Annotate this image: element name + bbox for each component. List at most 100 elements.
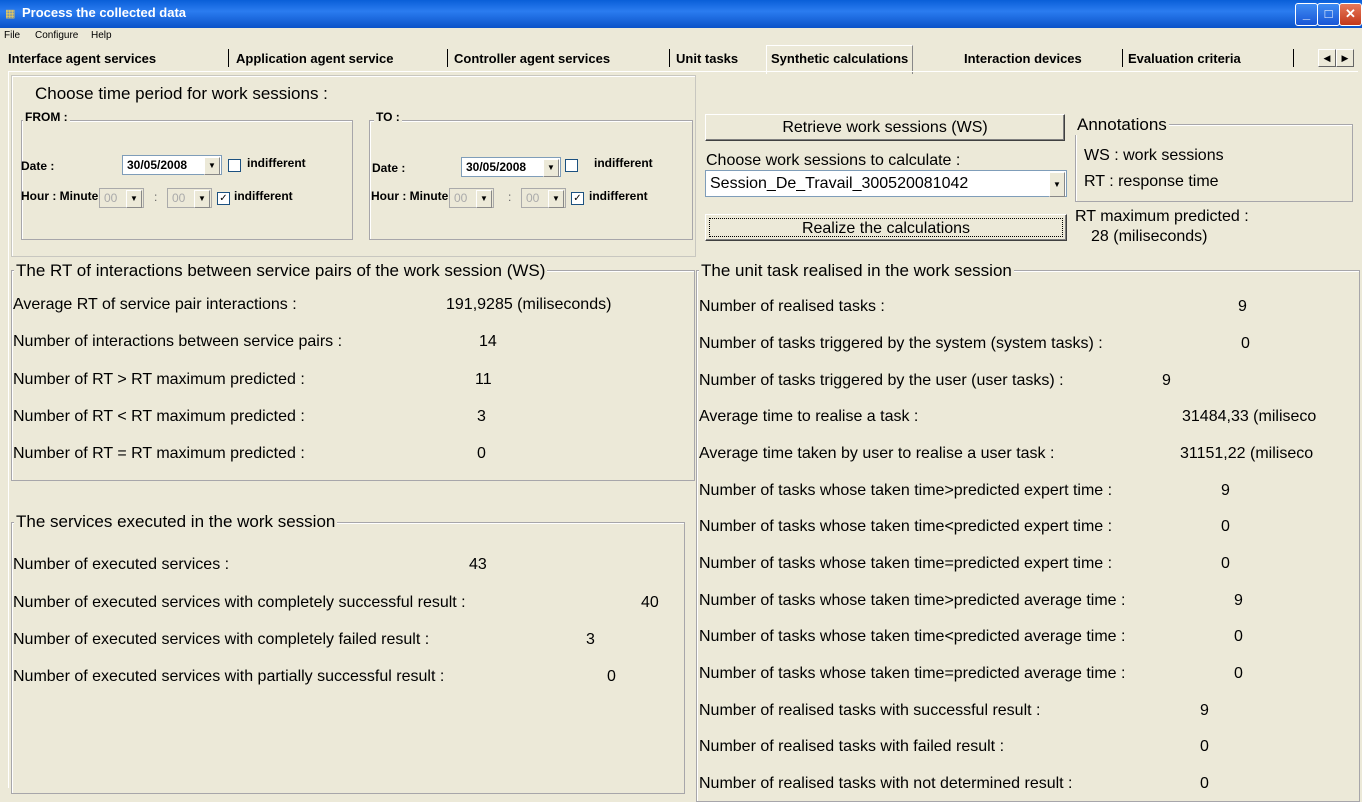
task-row-label: Number of tasks whose taken time<predict… <box>699 518 1113 535</box>
to-hour-label: Hour : Minute <box>371 189 449 203</box>
services-row-label: Number of executed services with partial… <box>13 668 445 685</box>
from-group <box>21 120 353 240</box>
synthetic-calculations-panel: Choose time period for work sessions : F… <box>8 71 1360 802</box>
from-label: FROM : <box>23 110 70 124</box>
tab-strip: Interface agent services Application age… <box>6 45 1356 74</box>
chevron-down-icon[interactable]: ▼ <box>548 190 564 208</box>
window-title: Process the collected data <box>22 5 187 20</box>
chevron-down-icon[interactable]: ▼ <box>194 190 210 208</box>
to-time-indifferent-checkbox[interactable]: ✓ <box>571 192 584 205</box>
task-row-label: Number of realised tasks : <box>699 298 885 315</box>
from-hour-label: Hour : Minute <box>21 189 99 203</box>
from-date-picker[interactable]: 30/05/2008 ▼ <box>122 155 222 175</box>
to-indifferent-checkbox[interactable] <box>565 159 578 172</box>
tab-scroll-left-icon[interactable]: ◀ <box>1318 49 1336 67</box>
task-row-label: Number of tasks whose taken time=predict… <box>699 665 1126 682</box>
close-button[interactable]: ✕ <box>1339 3 1362 26</box>
maximize-button[interactable]: □ <box>1317 3 1340 26</box>
chevron-down-icon[interactable]: ▼ <box>204 157 220 175</box>
task-row-value: 0 <box>1241 335 1250 352</box>
task-row-label: Number of realised tasks with successful… <box>699 702 1041 719</box>
to-time-indifferent-label: indifferent <box>589 189 648 203</box>
annotation-ws: WS : work sessions <box>1084 147 1224 164</box>
to-hour-select[interactable]: 00 ▼ <box>449 188 494 208</box>
tab-synthetic-calculations[interactable]: Synthetic calculations <box>766 45 914 74</box>
title-bar: ▦ Process the collected data _ □ ✕ <box>0 0 1362 28</box>
task-row-value: 0 <box>1221 555 1230 572</box>
task-row-value: 9 <box>1234 592 1243 609</box>
from-time-indifferent-label: indifferent <box>234 189 293 203</box>
rt-row-value: 3 <box>477 408 486 425</box>
services-row-value: 40 <box>641 594 659 611</box>
task-row-value: 0 <box>1200 775 1209 792</box>
tab-interaction-devices[interactable]: Interaction devices <box>964 47 1082 72</box>
task-row-value: 0 <box>1234 628 1243 645</box>
work-session-select[interactable]: Session_De_Travail_300520081042 ▼ <box>705 170 1067 197</box>
from-time-indifferent-checkbox[interactable]: ✓ <box>217 192 230 205</box>
tab-separator <box>447 49 448 67</box>
task-row-label: Average time to realise a task : <box>699 408 919 425</box>
chevron-down-icon[interactable]: ▼ <box>1049 172 1065 197</box>
minimize-button[interactable]: _ <box>1295 3 1318 26</box>
from-minute-select[interactable]: 00 ▼ <box>167 188 212 208</box>
realize-calculations-button[interactable]: Realize the calculations <box>705 214 1067 241</box>
services-row-value: 3 <box>586 631 595 648</box>
tab-unit-tasks[interactable]: Unit tasks <box>676 47 738 72</box>
rt-row-value: 191,9285 (miliseconds) <box>446 296 612 313</box>
task-row-label: Number of tasks triggered by the user (u… <box>699 372 1064 389</box>
services-row-value: 43 <box>469 556 487 573</box>
task-row-value: 0 <box>1221 518 1230 535</box>
task-row-label: Number of tasks triggered by the system … <box>699 335 1103 352</box>
from-date-label: Date : <box>21 159 55 173</box>
tab-evaluation-criteria[interactable]: Evaluation criteria <box>1128 47 1241 72</box>
to-minute-select[interactable]: 00 ▼ <box>521 188 566 208</box>
tab-application-agent-service[interactable]: Application agent service <box>236 47 394 72</box>
from-hour-select[interactable]: 00 ▼ <box>99 188 144 208</box>
from-indifferent-label: indifferent <box>247 156 306 170</box>
menu-file[interactable]: File <box>4 30 20 41</box>
task-row-value: 9 <box>1221 482 1230 499</box>
choose-sessions-label: Choose work sessions to calculate : <box>706 152 961 169</box>
annotations-title: Annotations <box>1075 115 1169 135</box>
tab-separator <box>669 49 670 67</box>
menu-bar: File Configure Help <box>0 28 1362 45</box>
chevron-down-icon[interactable]: ▼ <box>476 190 492 208</box>
tab-controller-agent-services[interactable]: Controller agent services <box>454 47 610 72</box>
task-row-label: Number of tasks whose taken time>predict… <box>699 592 1126 609</box>
rt-max-label: RT maximum predicted : <box>1075 208 1249 225</box>
to-indifferent-label: indifferent <box>594 156 653 170</box>
task-row-value: 9 <box>1238 298 1247 315</box>
tasks-group-title: The unit task realised in the work sessi… <box>699 261 1014 281</box>
tab-scroll-right-icon[interactable]: ▶ <box>1336 49 1354 67</box>
period-heading: Choose time period for work sessions : <box>35 84 328 103</box>
rt-row-label: Average RT of service pair interactions … <box>13 296 297 313</box>
task-row-value: 0 <box>1234 665 1243 682</box>
annotation-rt: RT : response time <box>1084 173 1219 190</box>
task-row-label: Number of realised tasks with not determ… <box>699 775 1073 792</box>
rt-row-value: 14 <box>479 333 497 350</box>
task-row-value: 9 <box>1162 372 1171 389</box>
services-row-value: 0 <box>607 668 616 685</box>
tab-interface-agent-services[interactable]: Interface agent services <box>8 47 156 72</box>
chevron-down-icon[interactable]: ▼ <box>543 159 559 177</box>
retrieve-work-sessions-button[interactable]: Retrieve work sessions (WS) <box>705 114 1065 141</box>
focus-ring <box>709 218 1063 237</box>
to-group <box>369 120 693 240</box>
rt-group-title: The RT of interactions between service p… <box>14 261 548 281</box>
chevron-down-icon[interactable]: ▼ <box>126 190 142 208</box>
rt-max-value: 28 (miliseconds) <box>1091 228 1208 245</box>
services-group-title: The services executed in the work sessio… <box>14 512 338 532</box>
to-date-picker[interactable]: 30/05/2008 ▼ <box>461 157 561 177</box>
menu-configure[interactable]: Configure <box>35 30 78 41</box>
tab-separator <box>1122 49 1123 67</box>
from-indifferent-checkbox[interactable] <box>228 159 241 172</box>
rt-row-value: 0 <box>477 445 486 462</box>
rt-row-label: Number of RT > RT maximum predicted : <box>13 371 305 388</box>
to-label: TO : <box>374 110 402 124</box>
menu-help[interactable]: Help <box>91 30 112 41</box>
task-row-value: 31484,33 (miliseco <box>1182 408 1317 425</box>
tab-separator <box>228 49 229 67</box>
task-row-label: Average time taken by user to realise a … <box>699 445 1055 462</box>
task-row-label: Number of tasks whose taken time<predict… <box>699 628 1126 645</box>
rt-row-label: Number of RT < RT maximum predicted : <box>13 408 305 425</box>
